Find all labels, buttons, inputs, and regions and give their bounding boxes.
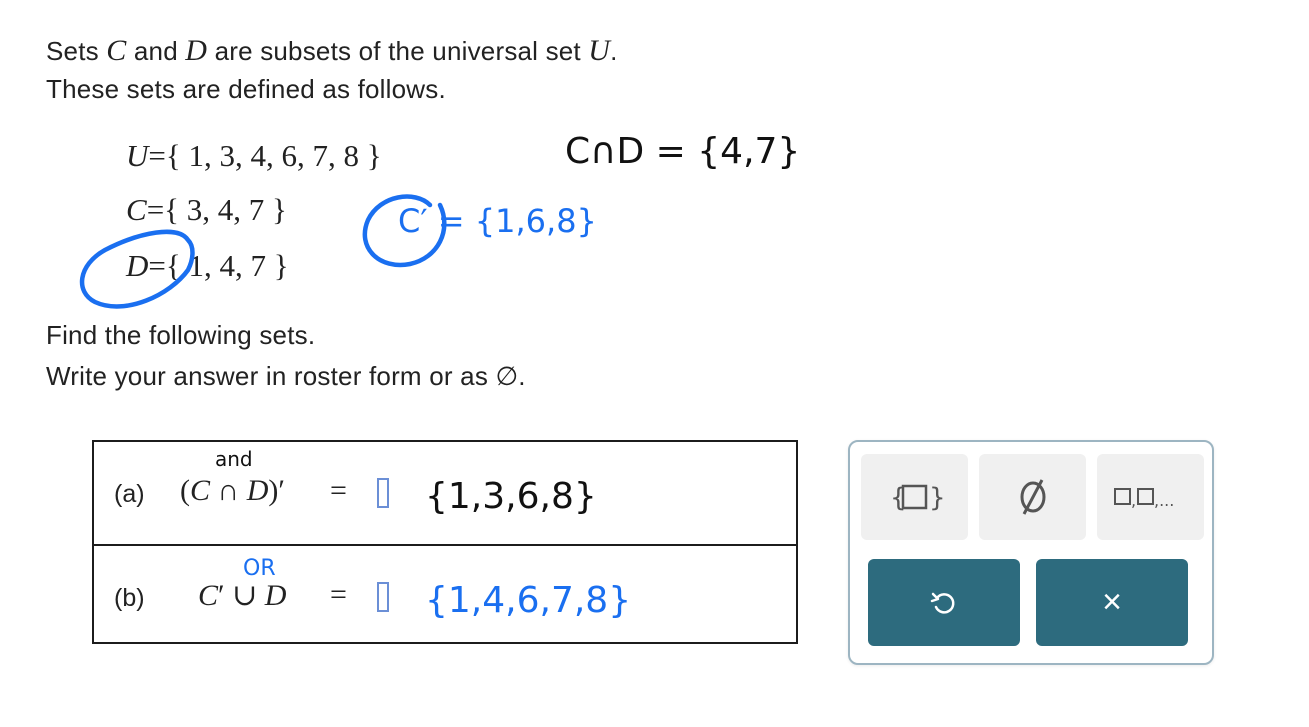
set-value: { 1, 3, 4, 6, 7, 8 }	[165, 138, 382, 173]
question-label: (a)	[114, 480, 145, 508]
clear-button[interactable]: ×	[1036, 559, 1188, 646]
prompt-line-3: Find the following sets.	[46, 320, 316, 350]
set-U: U	[588, 34, 611, 67]
answer-input-b[interactable]	[377, 582, 389, 612]
prompt-line-1: Sets C and D are subsets of the universa…	[46, 34, 618, 68]
set-value: { 1, 4, 7 }	[165, 248, 289, 283]
text: Sets	[46, 36, 107, 66]
var-D: D	[246, 474, 269, 507]
set-D: D	[185, 34, 208, 67]
list-key[interactable]: , ,...	[1097, 454, 1204, 540]
prompt-line-2: These sets are defined as follows.	[46, 74, 446, 104]
equals: =	[148, 138, 166, 173]
svg-text:,: ,	[1131, 491, 1136, 510]
set-braces-key[interactable]: { }	[861, 454, 968, 540]
set-value: { 3, 4, 7 }	[164, 192, 287, 227]
answer-row-a: (a) (C ∩ D)′ =	[94, 442, 796, 543]
union-symbol: ∪	[224, 579, 265, 612]
text: .	[610, 36, 618, 66]
complement-mark: )′	[268, 474, 285, 507]
set-C: C	[106, 34, 127, 67]
undo-icon	[930, 592, 955, 614]
answer-input-a[interactable]	[377, 478, 389, 508]
handwriting-complement: C′ = {1,6,8}	[398, 202, 597, 240]
set-name: C	[126, 192, 147, 227]
var-D: D	[264, 579, 287, 612]
text: are subsets of the universal set	[207, 36, 589, 66]
equals: =	[330, 578, 347, 611]
close-icon: ×	[1102, 583, 1122, 621]
intersection-symbol: ∩	[210, 474, 247, 507]
question-label: (b)	[114, 584, 145, 612]
empty-set-icon	[1020, 479, 1045, 515]
answer-table: (a) (C ∩ D)′ = (b) C′ ∪ D =	[92, 440, 798, 644]
equals: =	[146, 192, 165, 227]
text: and	[126, 36, 186, 66]
math-keypad: { } , ,... ×	[848, 440, 1214, 665]
answer-row-b: (b) C′ ∪ D =	[94, 544, 796, 646]
question-expression: (C ∩ D)′	[180, 474, 285, 508]
var-C: C	[198, 579, 219, 612]
list-icon: , ,...	[1113, 488, 1174, 510]
svg-text:}: }	[929, 483, 943, 513]
equals: =	[148, 248, 166, 283]
set-name: U	[126, 138, 149, 173]
svg-text:,...: ,...	[1154, 491, 1174, 510]
set-definition-C: C={ 3, 4, 7 }	[126, 192, 287, 228]
circle-annotation-c-prime	[362, 194, 447, 268]
set-braces-icon: { }	[890, 483, 943, 513]
paren: (	[180, 474, 190, 507]
empty-set-key[interactable]	[979, 454, 1086, 540]
question-expression: C′ ∪ D	[198, 578, 286, 613]
handwriting-intersection: C∩D = {4,7}	[565, 131, 800, 172]
var-C: C	[190, 474, 211, 507]
set-name: D	[126, 248, 149, 283]
set-definition-U: U={ 1, 3, 4, 6, 7, 8 }	[126, 138, 382, 174]
undo-button[interactable]	[868, 559, 1020, 646]
set-definition-D: D={ 1, 4, 7 }	[126, 248, 289, 284]
prompt-line-4: Write your answer in roster form or as ∅…	[46, 361, 526, 391]
equals: =	[330, 474, 347, 507]
